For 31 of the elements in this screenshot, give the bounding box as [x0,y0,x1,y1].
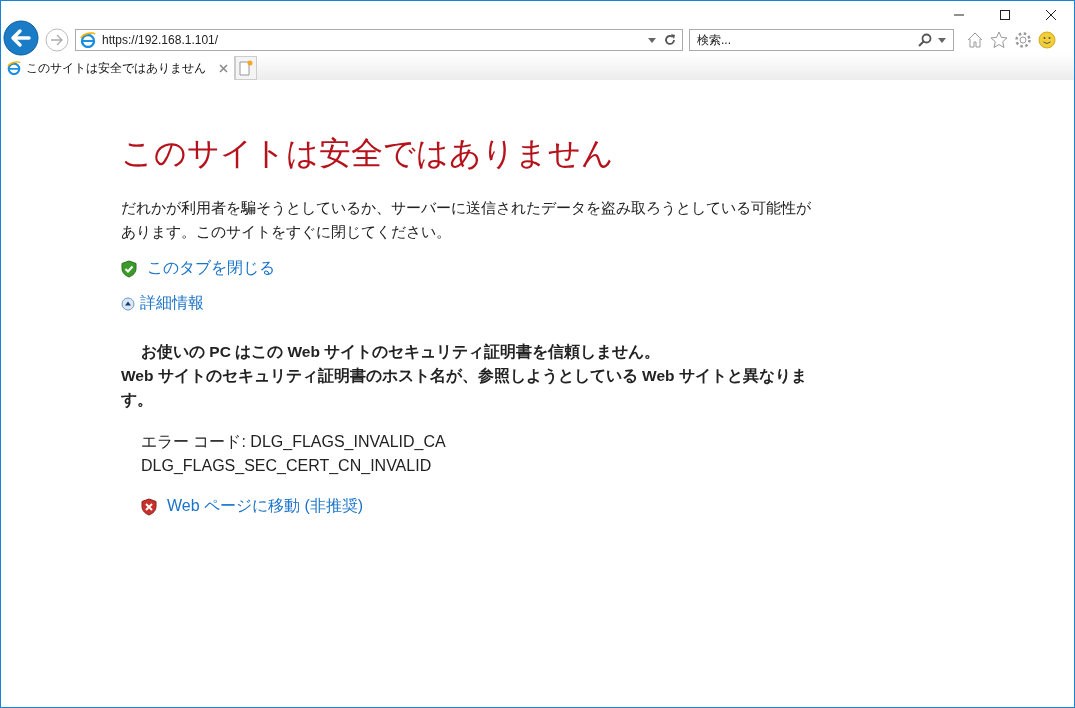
url-text: https://192.168.1.101/ [102,33,220,47]
maximize-icon[interactable] [999,9,1011,21]
browser-logo-icon [7,61,21,75]
close-icon[interactable] [1045,9,1057,21]
star-icon[interactable] [990,31,1008,49]
proceed-link[interactable]: Web ページに移動 (非推奨) [167,496,364,517]
certificate-error-text: Web サイトのセキュリティ証明書のホスト名が、参照しようとしている Web サイトと異なります。 [121,366,808,410]
collapse-icon[interactable] [121,296,135,311]
more-info-link[interactable]: 詳細情報 [140,293,204,314]
dropdown-caret-icon[interactable] [648,37,656,43]
dropdown-caret-icon[interactable] [938,38,946,43]
page-heading: このサイトは安全ではありません [121,134,615,173]
back-button[interactable] [3,20,39,56]
shield-check-icon [121,259,137,278]
refresh-icon[interactable] [664,34,676,46]
smiley-icon[interactable] [1038,31,1056,49]
search-icon[interactable] [918,33,932,47]
home-icon[interactable] [966,31,984,49]
certificate-error-text: お使いの PC はこの Web サイトのセキュリティ証明書を信頼しません。 [140,342,662,362]
search-field[interactable]: 検索... [689,29,954,51]
browser-tab[interactable]: このサイトは安全ではありません [1,56,235,80]
warning-description: だれかが利用者を騙そうとしているか、サーバーに送信されたデータを盗み取ろうとしている可能性があります。このサイトをすぐに閉じてください。 [121,198,812,242]
shield-x-icon [141,497,157,516]
close-tab-link[interactable]: このタブを閉じる [147,258,275,279]
address-bar[interactable]: https://192.168.1.101/ [75,29,683,51]
settings-icon[interactable] [1014,31,1032,49]
error-code-text: DLG_FLAGS_SEC_CERT_CN_INVALID [141,456,433,476]
tab-title: このサイトは安全ではありません [26,59,206,77]
error-code-text: エラー コード: DLG_FLAGS_INVALID_CA [141,432,447,452]
close-tab-icon[interactable] [219,63,228,73]
browser-logo-icon [80,32,96,48]
